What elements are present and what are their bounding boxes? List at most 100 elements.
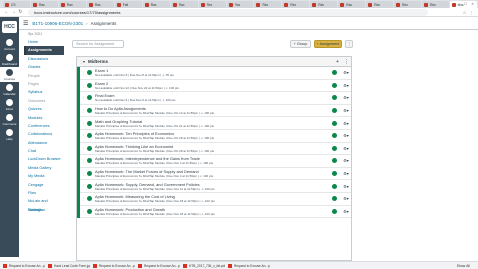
browser-tab[interactable]: Rac: [226, 1, 254, 8]
download-item[interactable]: Request to Excuse An...pdf: [138, 263, 180, 269]
drag-handle-icon[interactable]: ⋮: [80, 70, 86, 75]
gear-icon[interactable]: ⚙▾: [341, 171, 351, 176]
assignment-row[interactable]: ⋮ How to Do Aplia Assignments Mankiw Princ…: [80, 105, 351, 118]
published-icon[interactable]: [332, 133, 337, 139]
browser-tab[interactable]: Rec: [422, 1, 449, 8]
course-nav-cengage[interactable]: Cengage: [24, 181, 64, 189]
course-nav-discussions[interactable]: Discussions: [24, 55, 64, 63]
assignment-row[interactable]: ⋮ Aplia Homework: Ten Principles of Econo…: [80, 130, 351, 143]
course-nav-pages[interactable]: Pages: [24, 80, 64, 88]
drag-handle-icon[interactable]: ⋮: [80, 83, 86, 88]
browser-tab[interactable]: Rac: [338, 1, 366, 8]
hamburger-icon[interactable]: ☰: [23, 20, 28, 27]
browser-tab[interactable]: Rac: [58, 1, 86, 8]
browser-tab[interactable]: Rec: [282, 1, 310, 8]
browser-tab[interactable]: Rac: [30, 1, 58, 8]
gear-icon[interactable]: ⚙▾: [341, 83, 351, 88]
add-assignment-button[interactable]: + Assignment: [314, 40, 342, 48]
global-nav-help[interactable]: Help: [0, 127, 19, 142]
global-nav-courses[interactable]: Courses: [0, 67, 19, 82]
drag-handle-icon[interactable]: ⋮: [80, 209, 86, 214]
gear-icon[interactable]: ⚙▾: [341, 196, 351, 201]
drag-handle-icon[interactable]: ⋮: [80, 95, 86, 100]
course-nav-modules[interactable]: Modules: [24, 114, 64, 122]
assignment-row[interactable]: ⋮ Exam 1 Not available until Nov 8 | Due N…: [80, 67, 351, 80]
course-nav-lockdown-browser[interactable]: LockDown Browser: [24, 155, 64, 163]
drag-handle-icon[interactable]: ⋮: [80, 146, 86, 151]
download-item[interactable]: Request to Excuse An...pdf: [93, 263, 135, 269]
download-item[interactable]: HTB_2017_736_x_fat.pdf: [183, 263, 225, 269]
gear-icon[interactable]: ⚙▾: [341, 121, 351, 126]
published-icon[interactable]: [332, 82, 337, 88]
course-nav-mclain-and-macmillan[interactable]: McLain and Macmillan: [24, 197, 64, 211]
course-nav-assignments[interactable]: Assignments: [24, 46, 64, 55]
browser-tab[interactable]: Rec: [366, 1, 394, 8]
global-nav-dashboard[interactable]: Dashboard: [0, 52, 19, 67]
course-nav-grades[interactable]: Grades: [24, 63, 64, 71]
gear-icon[interactable]: ⚙▾: [341, 133, 351, 138]
browser-tab[interactable]: Rec: [198, 1, 226, 8]
published-icon[interactable]: [332, 196, 337, 202]
download-item[interactable]: Hack Lead Code Form.jpg: [48, 263, 90, 269]
add-icon[interactable]: +: [333, 59, 342, 65]
assignment-row[interactable]: ⋮ Aplia Homework: Thinking Like an Econom…: [80, 143, 351, 156]
drag-handle-icon[interactable]: ⋮: [80, 108, 86, 113]
drag-handle-icon[interactable]: ⋮: [80, 121, 86, 126]
gear-icon[interactable]: ⚙▾: [341, 108, 351, 113]
course-nav-chat[interactable]: Chat: [24, 147, 64, 155]
assignment-row[interactable]: ⋮ Aplia Homework: Measuring the Cost of L…: [80, 193, 351, 206]
course-nav-conferences[interactable]: Conferences: [24, 122, 64, 130]
published-icon[interactable]: [332, 208, 337, 214]
drag-handle-icon[interactable]: ⋮: [80, 171, 86, 176]
school-logo[interactable]: HCC: [2, 21, 17, 33]
drag-handle-icon[interactable]: ⋮: [80, 133, 86, 138]
published-icon[interactable]: [332, 108, 337, 114]
minimize-icon[interactable]: –: [455, 1, 462, 6]
browser-tab[interactable]: CS: [3, 1, 30, 8]
gear-icon[interactable]: ⚙▾: [341, 184, 351, 189]
add-group-button[interactable]: + Group: [290, 40, 311, 48]
assignment-row[interactable]: ⋮ Exam 2 Not available until Nov 22 | Due …: [80, 80, 351, 93]
assignment-row[interactable]: ⋮ Aplia Homework: Interdependence and the…: [80, 155, 351, 168]
course-nav-outcomes[interactable]: Outcomes: [24, 97, 64, 105]
reload-icon[interactable]: ↻: [17, 9, 24, 15]
published-icon[interactable]: [332, 183, 337, 189]
published-icon[interactable]: [332, 70, 337, 76]
assignment-row[interactable]: ⋮ Aplia Homework: Production and Growth Ma…: [80, 206, 351, 219]
back-icon[interactable]: ←: [3, 9, 10, 15]
assignment-row[interactable]: ⋮ Final Exam Not available until Dec 6 | D…: [80, 92, 351, 105]
gear-icon[interactable]: ⚙▾: [341, 95, 351, 100]
maximize-icon[interactable]: □: [462, 1, 469, 6]
course-nav-syllabus[interactable]: Syllabus: [24, 88, 64, 96]
download-item[interactable]: Request to Excuse An...pdf: [228, 263, 270, 269]
browser-tab[interactable]: Rec: [394, 1, 422, 8]
global-nav-account[interactable]: Account: [0, 37, 19, 52]
browser-tab[interactable]: Rac: [86, 1, 114, 8]
course-nav-collaborations[interactable]: Collaborations: [24, 130, 64, 138]
gear-icon[interactable]: ⚙▾: [341, 70, 351, 75]
published-icon[interactable]: [332, 145, 337, 151]
drag-handle-icon[interactable]: ⋮: [80, 184, 86, 189]
course-nav-attendance[interactable]: Attendance: [24, 139, 64, 147]
download-item[interactable]: Request to Excuse An...pdf: [3, 263, 45, 269]
course-nav-people[interactable]: People: [24, 72, 64, 80]
browser-tab[interactable]: Rec: [254, 1, 282, 8]
course-nav-media-gallery[interactable]: Media Gallery: [24, 164, 64, 172]
published-icon[interactable]: [332, 158, 337, 164]
browser-tab[interactable]: Rec: [310, 1, 338, 8]
course-nav-quizzes[interactable]: Quizzes: [24, 105, 64, 113]
search-input[interactable]: Search for Assignment: [72, 40, 124, 48]
show-all-downloads-link[interactable]: Show All: [457, 264, 470, 268]
course-nav-files[interactable]: Files: [24, 189, 64, 197]
course-nav-home[interactable]: Home: [24, 38, 64, 46]
kebab-icon[interactable]: ⋮: [342, 59, 351, 65]
close-icon[interactable]: ×: [469, 1, 476, 6]
global-nav-inbox[interactable]: Inbox: [0, 97, 19, 112]
assignment-row[interactable]: ⋮ Aplia Homework: Supply, Demand, and Gov…: [80, 180, 351, 193]
browser-tab[interactable]: Rac: [142, 1, 170, 8]
drag-handle-icon[interactable]: ⋮: [80, 158, 86, 163]
drag-handle-icon[interactable]: ⋮: [80, 196, 86, 201]
forward-icon[interactable]: →: [10, 9, 17, 15]
assignment-row[interactable]: ⋮ Aplia Homework: The Market Forces of Su…: [80, 168, 351, 181]
assignment-row[interactable]: ⋮ Math and Graphing Tutorial Mankiw Princi…: [80, 117, 351, 130]
